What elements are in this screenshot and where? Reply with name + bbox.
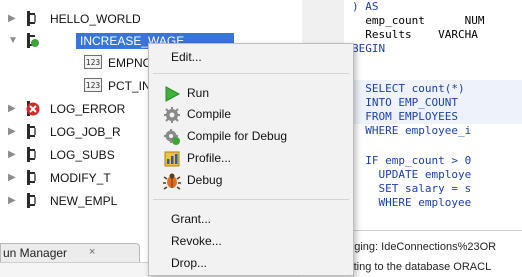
code-line: BEGIN	[352, 42, 386, 55]
tree-item-label: EMPNO	[108, 56, 153, 70]
profile-icon	[164, 151, 180, 167]
menu-item-debug[interactable]: Debug	[149, 171, 353, 191]
code-line: emp_count NUM	[352, 14, 485, 27]
code-line: SELECT count(*)	[352, 82, 465, 95]
procedure-icon	[27, 170, 36, 185]
log-line: ecting to the database ORACL	[342, 261, 492, 273]
collapse-arrow-icon[interactable]: ▼	[8, 35, 18, 47]
code-line: WHERE employee_i	[352, 124, 472, 137]
tab-label: un Manager	[3, 246, 68, 260]
tree-item-label: LOG_ERROR	[50, 102, 126, 116]
tree-item-label: NEW_EMPL	[50, 194, 118, 208]
menu-item-label: Profile...	[187, 151, 232, 165]
procedure-error-icon	[26, 101, 40, 116]
menu-item-grant[interactable]: Grant...	[149, 210, 353, 230]
expand-arrow-icon[interactable]: ▶	[8, 126, 18, 138]
tab-run-manager[interactable]: un Manager ×	[0, 243, 140, 262]
parameter-icon: 123	[84, 78, 102, 92]
procedure-icon	[27, 11, 36, 26]
tree-item-hello-world[interactable]: ▶ HELLO_WORLD	[0, 8, 300, 30]
tree-item-label: HELLO_WORLD	[50, 12, 141, 26]
menu-item-label: Grant...	[171, 212, 212, 226]
menu-separator	[153, 73, 349, 74]
code-line: SET salary = s	[352, 182, 472, 195]
bug-icon	[163, 173, 181, 190]
code-line: IF emp_count > 0	[352, 154, 472, 167]
expand-arrow-icon[interactable]: ▶	[8, 172, 18, 184]
tree-item-label: LOG_SUBS	[50, 148, 115, 162]
expand-arrow-icon[interactable]: ▶	[8, 195, 18, 207]
code-line: UPDATE employe	[352, 168, 472, 181]
menu-item-drop[interactable]: Drop...	[149, 254, 353, 274]
menu-item-edit[interactable]: Edit...	[149, 48, 353, 68]
menu-item-label: Debug	[187, 173, 223, 187]
code-line: FROM EMPLOYEES	[352, 110, 458, 123]
tree-item-label: LOG_JOB_R	[50, 125, 121, 139]
menu-item-revoke[interactable]: Revoke...	[149, 232, 353, 252]
log-line: ugging: IdeConnections%23OR	[342, 241, 497, 253]
menu-separator	[153, 199, 349, 200]
gear-debug-icon	[164, 129, 180, 145]
code-line: Results VARCHA	[352, 28, 478, 41]
procedure-icon	[27, 193, 36, 208]
code-editor[interactable]: ) AS emp_count NUM Results VARCHA BEGIN …	[344, 0, 522, 255]
tree-item-label: PCT_IN	[108, 79, 151, 93]
tree-item-label: MODIFY_T	[50, 171, 111, 185]
menu-item-label: Edit...	[171, 50, 202, 64]
code-line: INTO EMP_COUNT	[352, 96, 458, 109]
menu-item-profile[interactable]: Profile...	[149, 149, 353, 169]
menu-item-label: Revoke...	[171, 234, 222, 248]
procedure-icon	[27, 124, 36, 139]
procedure-debug-icon	[27, 33, 39, 48]
procedure-icon	[27, 147, 36, 162]
code-line: WHERE employee	[352, 196, 472, 209]
code-line: ) AS	[352, 0, 379, 13]
menu-item-compile-debug[interactable]: Compile for Debug	[149, 127, 353, 147]
menu-item-label: Run	[187, 86, 210, 100]
parameter-icon: 123	[84, 55, 102, 69]
expand-arrow-icon[interactable]: ▶	[8, 149, 18, 161]
expand-arrow-icon[interactable]: ▶	[8, 13, 18, 25]
context-menu: Edit... Run Compile Compile for Debug Pr…	[148, 43, 354, 276]
close-icon[interactable]: ×	[89, 246, 95, 258]
expand-arrow-icon[interactable]: ▶	[8, 103, 18, 115]
gear-icon	[164, 107, 180, 123]
menu-item-label: Compile for Debug	[187, 129, 288, 143]
menu-item-run[interactable]: Run	[149, 84, 353, 104]
menu-item-label: Compile	[187, 107, 232, 121]
run-icon	[165, 86, 181, 102]
menu-item-compile[interactable]: Compile	[149, 105, 353, 125]
menu-item-label: Drop...	[171, 256, 208, 270]
